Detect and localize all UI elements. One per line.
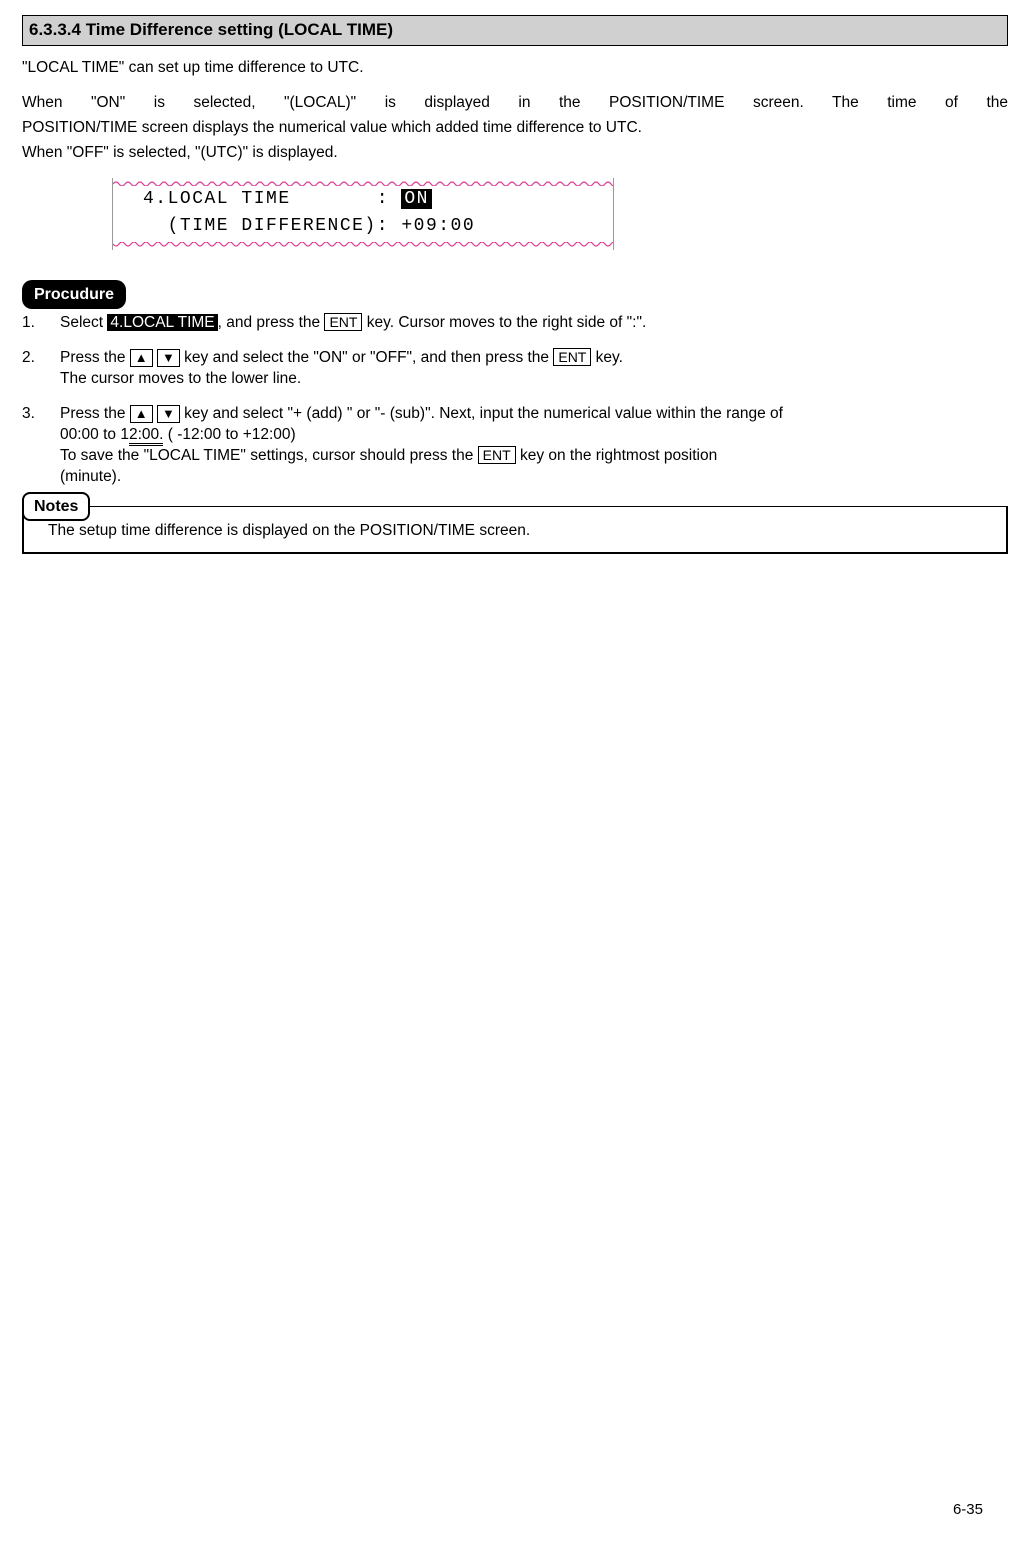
step-3: 3. Press the ▲ ▼ key and select "+ (add)… <box>22 404 1008 488</box>
down-arrow-key: ▼ <box>157 405 180 423</box>
s3-mid: key and select "+ (add) " or "- (sub)". … <box>180 405 783 422</box>
wavy-top <box>113 178 613 186</box>
s3-line2b: ( -12:00 to +12:00) <box>163 426 295 443</box>
lcd-line-1: 4.LOCAL TIME : ON <box>143 186 603 213</box>
s1-post: key. Cursor moves to the right side of "… <box>362 314 646 331</box>
s2-pre: Press the <box>60 349 130 366</box>
step-1-num: 1. <box>22 313 60 334</box>
ent-key: ENT <box>553 348 591 366</box>
down-arrow-key: ▼ <box>157 349 180 367</box>
s3-line4: (minute). <box>60 468 121 485</box>
s3-line2a: 00:00 to 1 <box>60 426 129 443</box>
up-arrow-key: ▲ <box>130 405 153 423</box>
ent-key: ENT <box>478 446 516 464</box>
notes-label: Notes <box>22 492 90 522</box>
s2-mid: key and select the "ON" or "OFF", and th… <box>180 349 554 366</box>
step-2: 2. Press the ▲ ▼ key and select the "ON"… <box>22 348 1008 390</box>
page-number: 6-35 <box>953 1500 983 1520</box>
notes-box: The setup time difference is displayed o… <box>22 506 1008 554</box>
intro-line2a: When "ON" is selected, "(LOCAL)" is disp… <box>22 93 1008 114</box>
notes-text: The setup time difference is displayed o… <box>48 522 530 539</box>
s1-pre: Select <box>60 314 107 331</box>
section-header: 6.3.3.4 Time Difference setting (LOCAL T… <box>22 15 1008 46</box>
s3-pre: Press the <box>60 405 130 422</box>
s2-post: key. <box>591 349 623 366</box>
s1-highlight: 4.LOCAL TIME <box>107 314 217 331</box>
up-arrow-key: ▲ <box>130 349 153 367</box>
s3-line3a: To save the "LOCAL TIME" settings, curso… <box>60 447 478 464</box>
lcd-display: 4.LOCAL TIME : ON (TIME DIFFERENCE): +09… <box>112 178 614 250</box>
intro-line1: "LOCAL TIME" can set up time difference … <box>22 58 1008 79</box>
s1-mid: , and press the <box>218 314 325 331</box>
step-3-body: Press the ▲ ▼ key and select "+ (add) " … <box>60 404 1008 488</box>
intro-line2b: POSITION/TIME screen displays the numeri… <box>22 118 1008 139</box>
s2-line2: The cursor moves to the lower line. <box>60 370 301 387</box>
notes-section: Notes The setup time difference is displ… <box>22 506 1008 554</box>
ent-key: ENT <box>324 313 362 331</box>
procedure-label: Procudure <box>22 280 126 310</box>
step-2-body: Press the ▲ ▼ key and select the "ON" or… <box>60 348 1008 390</box>
wavy-bottom <box>113 242 613 250</box>
lcd-line-2: (TIME DIFFERENCE): +09:00 <box>143 213 603 240</box>
intro-line3: When "OFF" is selected, "(UTC)" is displ… <box>22 143 1008 164</box>
procedure-steps: 1. Select 4.LOCAL TIME, and press the EN… <box>22 313 1008 487</box>
step-1: 1. Select 4.LOCAL TIME, and press the EN… <box>22 313 1008 334</box>
s3-dbl: 2:00. <box>129 426 163 446</box>
section-title: 6.3.3.4 Time Difference setting (LOCAL T… <box>29 20 393 39</box>
intro-text: "LOCAL TIME" can set up time difference … <box>22 58 1008 164</box>
lcd-line1-pre: 4.LOCAL TIME : <box>143 189 401 209</box>
step-3-num: 3. <box>22 404 60 488</box>
step-1-body: Select 4.LOCAL TIME, and press the ENT k… <box>60 313 1008 334</box>
step-2-num: 2. <box>22 348 60 390</box>
s3-line3b: key on the rightmost position <box>516 447 718 464</box>
lcd-on-value: ON <box>401 189 432 209</box>
